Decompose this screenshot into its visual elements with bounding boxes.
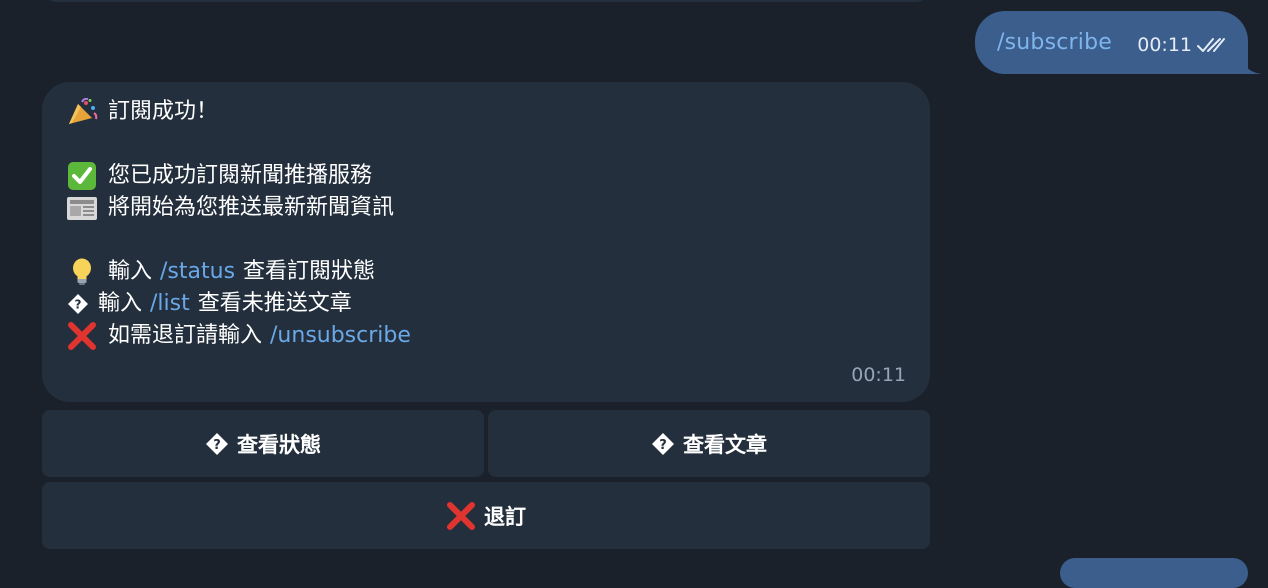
message-line-news: 將開始為您推送最新新聞資訊	[66, 192, 906, 224]
message-line2-text: 您已成功訂閱新聞推播服務	[108, 163, 373, 188]
message-line-unsubscribe-hint: 如需退訂請輸入 /unsubscribe	[66, 320, 906, 352]
view-articles-label: 查看文章	[683, 432, 767, 457]
message-line6-prefix: 如需退訂請輸入	[108, 323, 263, 348]
message-line-list-hint: ? 輸入 /list 查看未推送文章	[66, 288, 906, 320]
incoming-message-bubble: 訂閱成功！ 您已成功訂閱新聞推播服務 將開始為您推送最新新聞資訊 輸入 /sta…	[42, 82, 930, 402]
message-line4-suffix: 查看訂閱狀態	[243, 259, 376, 284]
status-command-link[interactable]: /status	[160, 256, 235, 288]
unsubscribe-command-link[interactable]: /unsubscribe	[270, 320, 411, 352]
unsubscribe-button[interactable]: 退訂	[42, 482, 930, 549]
message-line-status-hint: 輸入 /status 查看訂閱狀態	[66, 256, 906, 288]
message-line3-text: 將開始為您推送最新新聞資訊	[108, 195, 395, 220]
double-check-icon	[1197, 37, 1225, 52]
check-mark-icon	[68, 162, 96, 190]
previous-message-bubble	[44, 0, 928, 2]
outgoing-message-bubble: /subscribe 00:11	[975, 11, 1248, 74]
message-line4-prefix: 輸入	[108, 259, 153, 284]
unknown-glyph-icon: ?	[68, 294, 88, 314]
svg-text:?: ?	[659, 438, 667, 453]
cross-mark-icon	[447, 501, 475, 530]
unknown-glyph-icon: ?	[206, 432, 228, 455]
message-line5-suffix: 查看未推送文章	[197, 291, 352, 316]
unknown-glyph-icon: ?	[652, 432, 674, 455]
list-command-link[interactable]: /list	[150, 288, 190, 320]
unsubscribe-label: 退訂	[484, 504, 526, 529]
next-outgoing-message-bubble	[1060, 558, 1248, 588]
outgoing-bubble-tail	[1242, 56, 1262, 74]
message-line-subscribed: 您已成功訂閱新聞推播服務	[66, 160, 906, 192]
svg-text:?: ?	[213, 438, 221, 453]
outgoing-message-meta: 00:11	[1137, 34, 1226, 56]
incoming-message-time: 00:11	[851, 364, 906, 386]
svg-text:?: ?	[75, 298, 82, 312]
light-bulb-icon	[73, 258, 91, 285]
party-popper-icon	[69, 98, 98, 124]
message-line-success: 訂閱成功！	[66, 96, 906, 128]
outgoing-command-text[interactable]: /subscribe	[997, 30, 1112, 55]
outgoing-message-time: 00:11	[1137, 33, 1192, 56]
view-status-label: 查看狀態	[237, 432, 321, 457]
view-status-button[interactable]: ? 查看狀態	[42, 410, 484, 477]
message-line5-prefix: 輸入	[98, 291, 143, 316]
message-line1-text: 訂閱成功！	[108, 99, 219, 124]
view-articles-button[interactable]: ? 查看文章	[488, 410, 930, 477]
newspaper-icon	[67, 197, 97, 220]
cross-mark-icon	[68, 322, 96, 350]
